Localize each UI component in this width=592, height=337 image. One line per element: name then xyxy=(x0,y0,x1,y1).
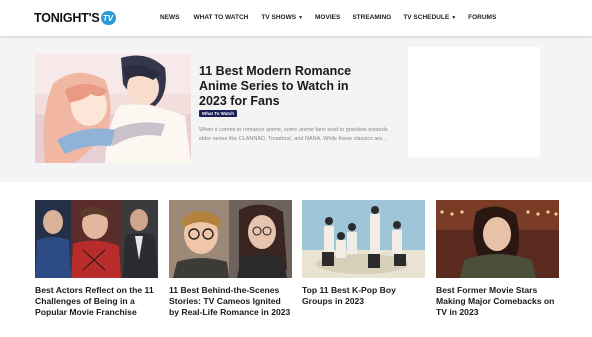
article-title[interactable]: Best Former Movie Stars Making Major Com… xyxy=(436,285,559,318)
nav-label: STREAMING xyxy=(352,14,392,21)
article-card[interactable]: Top 11 Best K-Pop Boy Groups in 2023 xyxy=(302,200,425,307)
nav-label: FORUMS xyxy=(468,14,497,21)
article-thumbnail[interactable] xyxy=(35,200,158,278)
nav-forums[interactable]: FORUMS xyxy=(468,14,496,21)
featured-excerpt: When it comes to romance anime, some ani… xyxy=(199,127,388,142)
main-nav: NEWS WHAT TO WATCH TV SHOWS ▼ MOVIES STRE… xyxy=(160,14,496,21)
logo-tv-badge: TV xyxy=(100,11,116,25)
category-badge[interactable]: What To Watch xyxy=(199,110,237,117)
nav-news[interactable]: NEWS xyxy=(160,14,180,21)
featured-section: 11 Best Modern Romance Anime Series to W… xyxy=(0,36,592,182)
nav-tv-schedule[interactable]: TV SCHEDULE ▼ xyxy=(403,14,456,21)
chevron-down-icon: ▼ xyxy=(451,14,457,21)
article-title[interactable]: 11 Best Behind-the-Scenes Stories: TV Ca… xyxy=(169,285,292,318)
article-thumbnail[interactable] xyxy=(302,200,425,278)
article-title[interactable]: Top 11 Best K-Pop Boy Groups in 2023 xyxy=(302,285,425,307)
nav-label: TV SCHEDULE xyxy=(403,14,450,21)
logo-text: TONIGHT'S xyxy=(34,11,100,25)
ad-placeholder xyxy=(408,47,540,157)
article-thumbnail[interactable] xyxy=(436,200,559,278)
nav-what-to-watch[interactable]: WHAT TO WATCH xyxy=(194,14,249,21)
nav-label: TV SHOWS xyxy=(261,14,297,21)
nav-movies[interactable]: MOVIES xyxy=(315,14,340,21)
nav-label: WHAT TO WATCH xyxy=(193,14,249,21)
article-thumbnail[interactable] xyxy=(169,200,292,278)
nav-streaming[interactable]: STREAMING xyxy=(352,14,391,21)
article-title[interactable]: Best Actors Reflect on the 11 Challenges… xyxy=(35,285,158,318)
article-card[interactable]: 11 Best Behind-the-Scenes Stories: TV Ca… xyxy=(169,200,292,318)
featured-image[interactable] xyxy=(35,54,191,163)
site-header: TONIGHT'S TV NEWS WHAT TO WATCH TV SHOWS… xyxy=(0,0,592,36)
site-logo[interactable]: TONIGHT'S TV xyxy=(34,10,116,26)
article-card[interactable]: Best Former Movie Stars Making Major Com… xyxy=(436,200,559,318)
nav-tv-shows[interactable]: TV SHOWS ▼ xyxy=(261,14,303,21)
nav-label: NEWS xyxy=(160,14,180,21)
nav-label: MOVIES xyxy=(315,14,341,21)
featured-title[interactable]: 11 Best Modern Romance Anime Series to W… xyxy=(199,64,369,109)
article-card[interactable]: Best Actors Reflect on the 11 Challenges… xyxy=(35,200,158,318)
chevron-down-icon: ▼ xyxy=(298,14,304,21)
